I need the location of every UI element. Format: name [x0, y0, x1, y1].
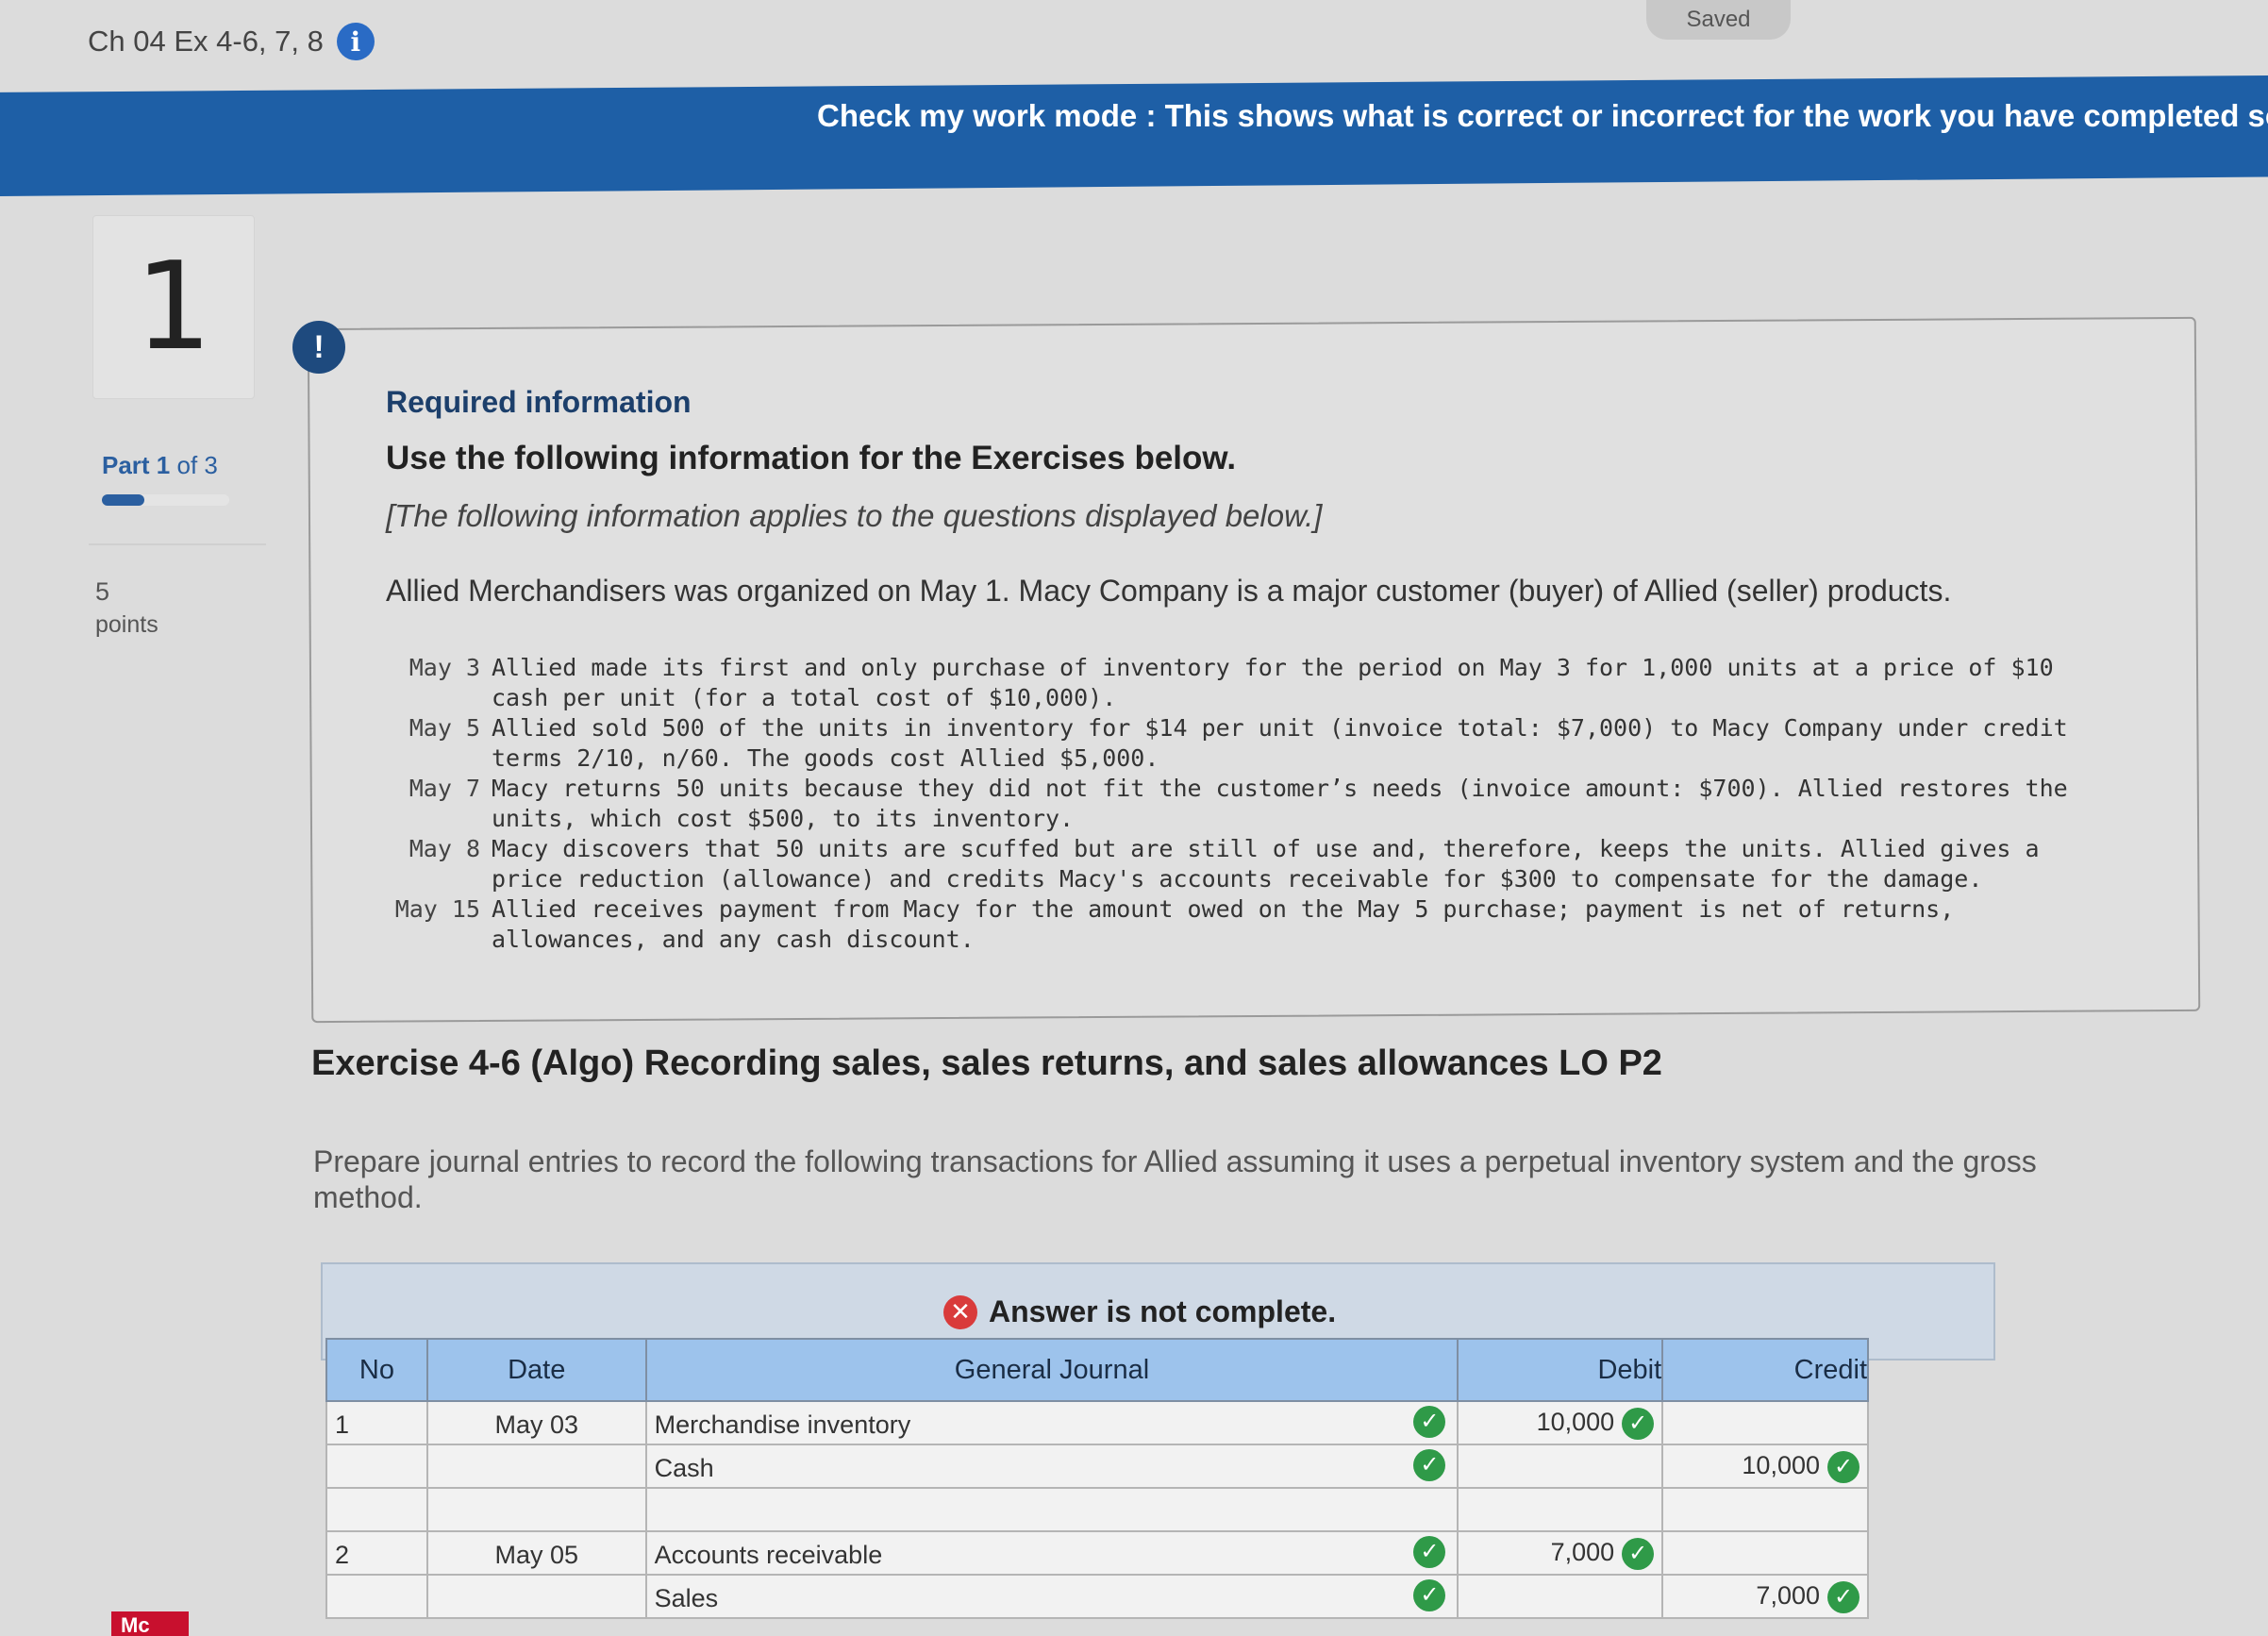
check-icon: ✓	[1622, 1408, 1655, 1440]
check-work-banner	[0, 75, 2268, 196]
mcgraw-hill-logo: Mc	[111, 1611, 189, 1636]
check-icon: ✓	[1827, 1581, 1859, 1613]
check-icon: ✓	[1413, 1579, 1446, 1611]
account-cell[interactable]: Merchandise inventory ✓	[644, 1400, 1459, 1445]
debit-value: 7,000	[1550, 1538, 1615, 1567]
part-total: of 3	[170, 451, 218, 479]
account-cell[interactable]: Sales ✓	[644, 1574, 1459, 1619]
table-row: 1 May 03 Merchandise inventory ✓ 10,000 ✓	[325, 1400, 1869, 1445]
debit-cell[interactable]	[1457, 1574, 1664, 1619]
exercise-title: Exercise 4-6 (Algo) Recording sales, sal…	[311, 1043, 1662, 1083]
debit-cell[interactable]: 7,000 ✓	[1457, 1530, 1664, 1576]
journal-header-row: No Date General Journal Debit Credit	[325, 1338, 1869, 1402]
transaction-date: May 7	[409, 775, 480, 802]
answer-status-text: Answer is not complete.	[989, 1294, 1337, 1328]
transaction-date: May 5	[409, 714, 480, 742]
col-header-no: No	[325, 1338, 428, 1402]
entry-number: 2	[325, 1530, 428, 1576]
transaction-item: May 3 Allied made its first and only pur…	[386, 653, 2103, 713]
credit-cell[interactable]	[1661, 1400, 1869, 1445]
transaction-date: May 3	[409, 654, 480, 681]
account-cell[interactable]: Accounts receivable ✓	[644, 1530, 1459, 1576]
assignment-title-text: Ch 04 Ex 4-6, 7, 8	[88, 25, 324, 58]
account-name: Sales	[654, 1584, 719, 1612]
transaction-item: May 7 Macy returns 50 units because they…	[386, 774, 2103, 834]
required-info-subheading: Use the following information for the Ex…	[386, 440, 1237, 476]
col-header-general-journal: General Journal	[644, 1338, 1459, 1402]
check-icon: ✓	[1413, 1449, 1446, 1481]
transaction-text: Macy discovers that 50 units are scuffed…	[492, 835, 2054, 893]
entry-number	[325, 1444, 428, 1489]
table-row: 2 May 05 Accounts receivable ✓ 7,000 ✓	[325, 1530, 1869, 1576]
table-row: Cash ✓ 10,000 ✓	[325, 1444, 1869, 1489]
assignment-title: Ch 04 Ex 4-6, 7, 8 i	[88, 23, 375, 60]
entry-number: 1	[325, 1400, 428, 1445]
entry-date[interactable]	[425, 1574, 647, 1619]
required-info-intro: Allied Merchandisers was organized on Ma…	[386, 574, 1952, 608]
account-name: Accounts receivable	[654, 1541, 883, 1569]
entry-number	[325, 1487, 428, 1532]
part-progress-fill	[102, 494, 144, 506]
transaction-item: May 8 Macy discovers that 50 units are s…	[386, 834, 2103, 894]
incorrect-x-icon: ✕	[943, 1294, 977, 1329]
entry-date[interactable]: May 05	[425, 1530, 647, 1576]
table-row: Sales ✓ 7,000 ✓	[325, 1574, 1869, 1619]
required-info-heading: Required information	[386, 385, 692, 419]
part-indicator: Part 1 of 3	[102, 451, 218, 480]
credit-cell[interactable]	[1661, 1487, 1869, 1532]
debit-value: 10,000	[1536, 1408, 1615, 1437]
transaction-text: Macy returns 50 units because they did n…	[492, 775, 2082, 832]
debit-cell[interactable]	[1457, 1444, 1664, 1489]
account-name: Merchandise inventory	[654, 1411, 911, 1439]
transaction-text: Allied made its first and only purchase …	[492, 654, 2068, 711]
exercise-instructions: Prepare journal entries to record the fo…	[313, 1144, 2037, 1214]
required-info-note: [The following information applies to th…	[386, 498, 1323, 533]
credit-value: 7,000	[1756, 1581, 1820, 1611]
check-icon: ✓	[1413, 1406, 1446, 1438]
part-current: Part 1	[102, 451, 171, 479]
col-header-credit: Credit	[1661, 1338, 1869, 1402]
transaction-list: May 3 Allied made its first and only pur…	[386, 653, 2103, 955]
check-icon: ✓	[1622, 1538, 1655, 1570]
entry-date[interactable]	[425, 1444, 647, 1489]
account-cell[interactable]	[644, 1487, 1459, 1532]
transaction-date: May 15	[394, 895, 480, 923]
entry-date[interactable]: May 03	[425, 1400, 647, 1445]
points-value: 5	[95, 577, 110, 606]
check-icon: ✓	[1827, 1451, 1859, 1483]
debit-cell[interactable]	[1457, 1487, 1664, 1532]
debit-cell[interactable]: 10,000 ✓	[1457, 1400, 1664, 1445]
question-number: 1	[135, 237, 212, 377]
transaction-date: May 8	[409, 835, 480, 862]
transaction-text: Allied receives payment from Macy for th…	[492, 895, 1969, 953]
col-header-date: Date	[425, 1338, 647, 1402]
question-number-card[interactable]: 1	[92, 215, 255, 399]
credit-cell[interactable]	[1661, 1530, 1869, 1576]
check-work-banner-text: Check my work mode : This shows what is …	[817, 98, 2268, 133]
credit-cell[interactable]: 10,000 ✓	[1661, 1444, 1869, 1489]
account-name: Cash	[654, 1454, 714, 1482]
table-row	[325, 1487, 1869, 1532]
entry-date[interactable]	[425, 1487, 647, 1532]
saved-status: Saved	[1646, 0, 1791, 40]
exclamation-icon: !	[292, 321, 345, 374]
credit-cell[interactable]: 7,000 ✓	[1661, 1574, 1869, 1619]
col-header-debit: Debit	[1457, 1338, 1664, 1402]
credit-value: 10,000	[1742, 1451, 1820, 1480]
check-icon: ✓	[1413, 1536, 1446, 1568]
answer-status: ✕ Answer is not complete.	[943, 1294, 1336, 1329]
account-cell[interactable]: Cash ✓	[644, 1444, 1459, 1489]
general-journal-table: No Date General Journal Debit Credit 1 M…	[325, 1338, 1869, 1619]
entry-number	[325, 1574, 428, 1619]
transaction-text: Allied sold 500 of the units in inventor…	[492, 714, 2082, 772]
info-icon[interactable]: i	[336, 23, 375, 60]
sidebar-divider	[89, 543, 266, 545]
transaction-item: May 5 Allied sold 500 of the units in in…	[386, 713, 2103, 774]
points-label: points	[95, 611, 158, 638]
transaction-item: May 15 Allied receives payment from Macy…	[386, 894, 2103, 955]
